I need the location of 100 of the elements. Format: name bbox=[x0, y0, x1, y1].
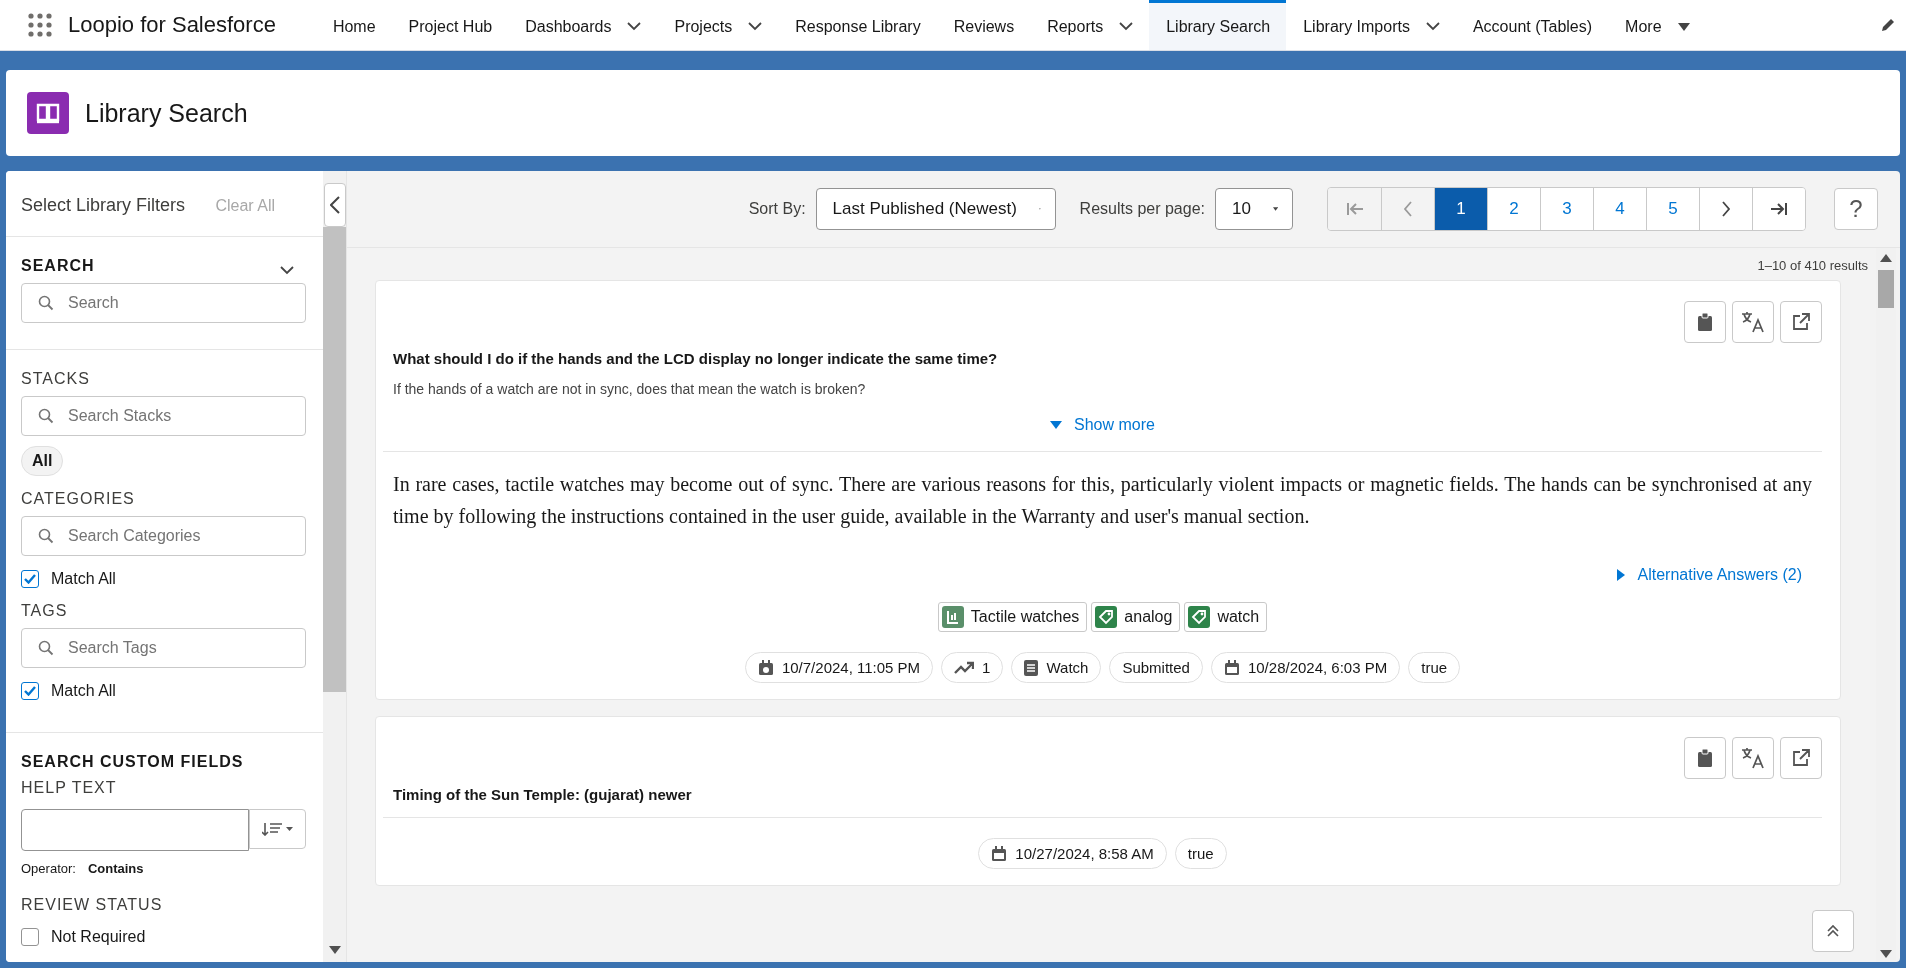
category-chip[interactable]: Tactile watches bbox=[937, 602, 1088, 632]
search-field[interactable]: Search Stacks bbox=[21, 396, 306, 436]
search-icon bbox=[38, 295, 54, 311]
question-text: Timing of the Sun Temple: (gujarat) newer bbox=[393, 786, 693, 803]
translate-icon bbox=[1741, 747, 1765, 769]
calendar-icon bbox=[1223, 659, 1240, 676]
section-heading: STACKS bbox=[21, 370, 91, 388]
nav-tab[interactable]: Projects bbox=[657, 0, 779, 50]
copy-button[interactable] bbox=[1684, 301, 1726, 343]
chevron-left-icon bbox=[329, 196, 340, 214]
scroll-to-top-button[interactable] bbox=[1812, 910, 1854, 952]
sort-icon bbox=[261, 822, 294, 836]
scroll-down-icon[interactable] bbox=[328, 946, 341, 954]
tag-chip[interactable]: analog bbox=[1091, 602, 1181, 632]
question-text: What should I do if the hands and the LCD display no longer indicate the same time? bbox=[393, 350, 999, 367]
scroll-up-icon[interactable] bbox=[1880, 254, 1892, 262]
page-button[interactable]: 5 bbox=[1646, 188, 1699, 230]
chevron-down-icon bbox=[748, 22, 763, 31]
checkbox-label: Not Required bbox=[51, 928, 146, 946]
section-heading: REVIEW STATUS bbox=[21, 896, 164, 914]
per-page-dropdown[interactable]: 10 bbox=[1215, 188, 1293, 230]
show-more-link[interactable]: Show more bbox=[1050, 416, 1155, 434]
per-page-label: Results per page: bbox=[1079, 200, 1205, 218]
nav-tab[interactable]: Library Search bbox=[1149, 0, 1287, 50]
category-icon bbox=[941, 606, 964, 628]
checkbox-label: Match All bbox=[51, 570, 116, 588]
caret-right-icon bbox=[1617, 569, 1626, 581]
operator-button[interactable] bbox=[249, 809, 306, 849]
translate-icon bbox=[1741, 311, 1765, 333]
section-heading: SEARCH CUSTOM FIELDS bbox=[21, 753, 245, 771]
search-icon bbox=[38, 640, 54, 656]
collapse-button[interactable] bbox=[323, 183, 346, 227]
search-icon bbox=[38, 528, 54, 544]
first-page-icon bbox=[1345, 202, 1364, 216]
checkbox[interactable] bbox=[21, 570, 39, 588]
chevron-right-icon bbox=[1721, 201, 1731, 217]
nav-tab[interactable]: Dashboards bbox=[508, 0, 658, 50]
open-in-new-button[interactable] bbox=[1780, 737, 1822, 779]
chevron-left-icon bbox=[1403, 201, 1413, 217]
page-button[interactable]: 3 bbox=[1540, 188, 1593, 230]
nav-tab[interactable]: Reports bbox=[1030, 0, 1150, 50]
checkbox[interactable] bbox=[21, 682, 39, 700]
scrollbar-thumb[interactable] bbox=[1878, 270, 1894, 308]
scroll-down-icon[interactable] bbox=[1880, 950, 1892, 958]
page-button[interactable]: 4 bbox=[1593, 188, 1646, 230]
alternative-answers-link[interactable]: Alternative Answers (2) bbox=[1617, 566, 1802, 584]
last-page-icon bbox=[1770, 202, 1788, 216]
app-launcher-icon[interactable] bbox=[28, 13, 52, 37]
translate-button[interactable] bbox=[1732, 737, 1774, 779]
nav-tab[interactable]: Reviews bbox=[936, 0, 1031, 50]
open-in-new-button[interactable] bbox=[1780, 301, 1822, 343]
sort-dropdown[interactable]: Last Published (Newest) bbox=[815, 188, 1056, 230]
nav-tab[interactable]: Home bbox=[315, 0, 392, 50]
double-chevron-up-icon bbox=[1827, 924, 1839, 938]
last-page-button[interactable] bbox=[1752, 188, 1805, 230]
calendar-icon bbox=[757, 659, 774, 676]
tag-chip[interactable]: watch bbox=[1184, 602, 1268, 632]
nav-tab[interactable]: Library Imports bbox=[1286, 0, 1456, 50]
external-link-icon bbox=[1792, 313, 1810, 331]
external-link-icon bbox=[1792, 749, 1810, 767]
filter-chip[interactable]: All bbox=[21, 446, 64, 476]
nav-tab[interactable]: Account (Tables) bbox=[1455, 0, 1609, 50]
translate-button[interactable] bbox=[1732, 301, 1774, 343]
chevron-down-icon bbox=[280, 265, 294, 275]
chevron-down-icon bbox=[1119, 22, 1134, 31]
section-heading: CATEGORIES bbox=[21, 490, 136, 508]
search-field[interactable]: Search bbox=[21, 283, 306, 323]
section-heading: SEARCH bbox=[21, 257, 95, 275]
chevron-down-icon bbox=[1425, 22, 1440, 31]
input-field[interactable] bbox=[21, 809, 249, 851]
calendar-icon bbox=[991, 845, 1008, 862]
nav-tab[interactable]: Project Hub bbox=[391, 0, 509, 50]
trend-up-icon bbox=[954, 660, 975, 675]
document-icon bbox=[1024, 659, 1039, 676]
results-count: 1–10 of 410 results bbox=[1756, 257, 1868, 275]
field-label: HELP TEXT bbox=[21, 779, 118, 797]
search-field[interactable]: Search Tags bbox=[21, 628, 306, 668]
answer-text: In rare cases, tactile watches may become out of sync. There are various reasons for this, particularly violent impacts or magnetic fields. The hands can be synchronised at any time by following the instructions contained in the user guide, available in the Warranty and user's manual section. bbox=[393, 472, 1812, 530]
page-title: Library Search bbox=[85, 98, 248, 128]
tag-icon bbox=[1095, 606, 1118, 628]
clipboard-icon bbox=[1698, 313, 1712, 331]
question-subtext: If the hands of a watch are not in sync, does that mean the watch is broken? bbox=[393, 381, 867, 397]
book-icon bbox=[27, 92, 69, 134]
section-heading: TAGS bbox=[21, 602, 69, 620]
search-field[interactable]: Search Categories bbox=[21, 516, 306, 556]
copy-button[interactable] bbox=[1684, 737, 1726, 779]
scrollbar-thumb[interactable] bbox=[323, 227, 346, 692]
pencil-icon[interactable] bbox=[1880, 17, 1896, 33]
filters-title: Select Library Filters bbox=[21, 195, 186, 216]
operator-value: Contains bbox=[87, 861, 144, 876]
tag-icon bbox=[1188, 606, 1211, 628]
nav-tab[interactable]: More bbox=[1608, 0, 1706, 50]
page-button[interactable]: 1 bbox=[1434, 188, 1487, 230]
app-name: Loopio for Salesforce bbox=[68, 12, 276, 38]
nav-tab[interactable]: Response Library bbox=[778, 0, 937, 50]
help-button[interactable]: ? bbox=[1834, 188, 1878, 230]
page-button[interactable]: 2 bbox=[1487, 188, 1540, 230]
checkbox-label: Match All bbox=[51, 682, 116, 700]
checkbox[interactable] bbox=[21, 928, 39, 946]
operator-label: Operator: bbox=[21, 861, 76, 876]
